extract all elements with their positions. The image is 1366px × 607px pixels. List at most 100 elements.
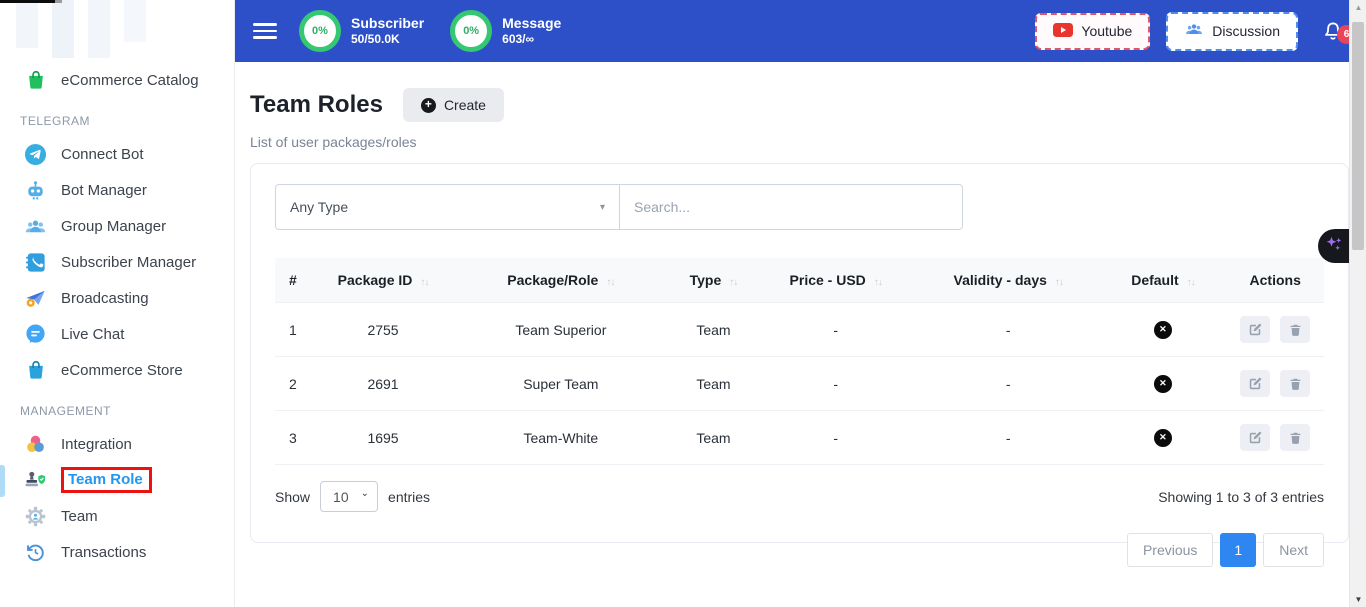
col-header-price[interactable]: Price - USD xyxy=(754,258,917,303)
cell-default xyxy=(1099,303,1226,357)
search-input[interactable] xyxy=(620,184,963,230)
app-window: eCommerce Catalog TELEGRAM Connect Bot B… xyxy=(0,0,1366,607)
not-default-icon xyxy=(1154,429,1172,447)
col-header-validity[interactable]: Validity - days xyxy=(917,258,1100,303)
logo-bar xyxy=(88,0,110,58)
notification-bell[interactable]: 6 xyxy=(1320,17,1348,45)
ai-assistant-button[interactable] xyxy=(1318,229,1349,263)
sidebar-item-ecommerce-catalog[interactable]: eCommerce Catalog xyxy=(0,62,234,98)
message-label: Message xyxy=(502,15,561,33)
subscriber-value: 50/50.0K xyxy=(351,32,424,47)
type-filter-select[interactable]: Any Type xyxy=(275,184,620,230)
stamp-shield-icon xyxy=(24,469,47,492)
discussion-people-icon xyxy=(1184,22,1204,41)
sidebar-item-label: Group Manager xyxy=(61,218,166,235)
history-clock-icon xyxy=(24,541,47,564)
sidebar-item-subscriber-manager[interactable]: Subscriber Manager xyxy=(0,244,234,280)
create-button[interactable]: Create xyxy=(403,88,504,122)
col-header-actions: Actions xyxy=(1226,258,1324,303)
sidebar-item-label: Team Role xyxy=(61,467,152,493)
sort-icon[interactable] xyxy=(874,277,882,288)
page-size-select[interactable]: 10 xyxy=(320,481,378,512)
message-progress-circle: 0% xyxy=(450,10,492,52)
sidebar-item-label: Team xyxy=(61,508,98,525)
subscriber-label: Subscriber xyxy=(351,15,424,33)
sidebar-item-group-manager[interactable]: Group Manager xyxy=(0,208,234,244)
table-row: 1 2755 Team Superior Team - - xyxy=(275,303,1324,357)
sidebar-item-team-role[interactable]: Team Role xyxy=(0,462,234,498)
sidebar-item-label: Connect Bot xyxy=(61,146,144,163)
col-header-default[interactable]: Default xyxy=(1099,258,1226,303)
scrollbar-up-arrow-icon[interactable] xyxy=(1350,3,1366,12)
main-area: 0% Subscriber 50/50.0K 0% Message 603/∞ xyxy=(235,0,1366,607)
col-header-number: # xyxy=(275,258,317,303)
window-scrollbar[interactable] xyxy=(1349,0,1366,607)
edit-button[interactable] xyxy=(1240,316,1270,343)
page-header: Team Roles Create xyxy=(250,88,1366,122)
scrollbar-down-arrow-icon[interactable] xyxy=(1350,595,1366,604)
youtube-button-label: Youtube xyxy=(1081,23,1132,39)
cell-package-role: Team-White xyxy=(449,411,672,465)
sidebar-item-live-chat[interactable]: Live Chat xyxy=(0,316,234,352)
sidebar: eCommerce Catalog TELEGRAM Connect Bot B… xyxy=(0,0,235,607)
sidebar-item-transactions[interactable]: Transactions xyxy=(0,534,234,570)
subscriber-progress-circle: 0% xyxy=(299,10,341,52)
sidebar-item-integration[interactable]: Integration xyxy=(0,426,234,462)
sidebar-item-label: eCommerce Store xyxy=(61,362,183,379)
sidebar-item-bot-manager[interactable]: Bot Manager xyxy=(0,172,234,208)
edit-button[interactable] xyxy=(1240,370,1270,397)
delete-button[interactable] xyxy=(1280,370,1310,397)
delete-button[interactable] xyxy=(1280,424,1310,451)
page-size-value: 10 xyxy=(333,489,349,505)
edit-button[interactable] xyxy=(1240,424,1270,451)
sort-icon[interactable] xyxy=(1187,277,1195,288)
roles-table: # Package ID Package/Role Type Price - U… xyxy=(275,258,1324,465)
col-header-package-role[interactable]: Package/Role xyxy=(449,258,672,303)
sidebar-item-broadcasting[interactable]: Broadcasting xyxy=(0,280,234,316)
page-content: Team Roles Create List of user packages/… xyxy=(235,62,1366,607)
sort-icon[interactable] xyxy=(606,277,614,288)
hamburger-menu-icon[interactable] xyxy=(253,23,277,39)
cell-package-role: Team Superior xyxy=(449,303,672,357)
telegram-plane-icon xyxy=(24,143,47,166)
youtube-button[interactable]: Youtube xyxy=(1035,13,1150,50)
filter-row: Any Type xyxy=(275,184,1324,230)
previous-page-button[interactable]: Previous xyxy=(1127,533,1213,567)
subscriber-stat: 0% Subscriber 50/50.0K xyxy=(299,10,424,52)
scrollbar-thumb[interactable] xyxy=(1352,22,1364,250)
cell-type: Team xyxy=(673,357,755,411)
shopping-bag-green-icon xyxy=(24,69,47,92)
sidebar-item-label: Bot Manager xyxy=(61,182,147,199)
contact-book-phone-icon xyxy=(24,251,47,274)
sidebar-item-label: eCommerce Catalog xyxy=(61,72,199,89)
sidebar-item-connect-bot[interactable]: Connect Bot xyxy=(0,136,234,172)
discussion-button[interactable]: Discussion xyxy=(1166,12,1298,51)
cell-package-id: 2755 xyxy=(317,303,449,357)
sidebar-item-ecommerce-store[interactable]: eCommerce Store xyxy=(0,352,234,388)
sort-icon[interactable] xyxy=(1055,277,1063,288)
chat-bubble-icon xyxy=(24,323,47,346)
delete-button[interactable] xyxy=(1280,316,1310,343)
roles-card: Any Type # Package ID Package/Ro xyxy=(250,163,1349,543)
logo-bar xyxy=(124,0,146,42)
subscriber-percent: 0% xyxy=(312,25,328,37)
next-page-button[interactable]: Next xyxy=(1263,533,1324,567)
col-header-package-id[interactable]: Package ID xyxy=(317,258,449,303)
youtube-icon xyxy=(1053,23,1073,40)
sort-icon[interactable] xyxy=(420,277,428,288)
sidebar-item-label: Live Chat xyxy=(61,326,124,343)
top-edge-artifact xyxy=(0,0,55,3)
sort-icon[interactable] xyxy=(729,277,737,288)
cell-number: 1 xyxy=(275,303,317,357)
col-header-type[interactable]: Type xyxy=(673,258,755,303)
shopping-bag-blue-icon xyxy=(24,359,47,382)
sidebar-item-label: Integration xyxy=(61,436,132,453)
page-subtitle: List of user packages/roles xyxy=(250,134,1366,150)
cell-default xyxy=(1099,357,1226,411)
sidebar-item-team[interactable]: Team xyxy=(0,498,234,534)
cell-type: Team xyxy=(673,411,755,465)
current-page-button[interactable]: 1 xyxy=(1220,533,1256,567)
sidebar-item-label: Transactions xyxy=(61,544,146,561)
cell-number: 2 xyxy=(275,357,317,411)
integration-circles-icon xyxy=(24,433,47,456)
